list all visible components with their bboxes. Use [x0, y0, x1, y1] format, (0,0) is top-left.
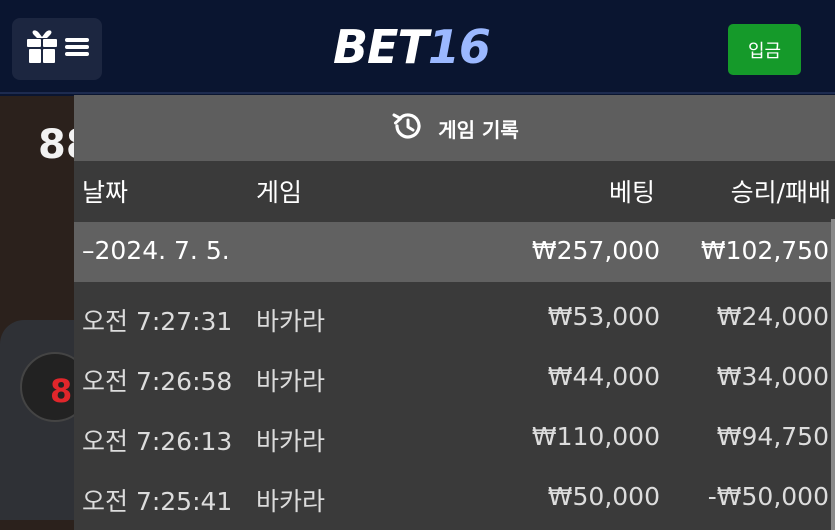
hamburger-icon [65, 37, 89, 61]
game-history-panel: 게임 기록 날짜 게임 베팅 승리/패배 –2024. 7. 5. ₩257,0… [74, 95, 835, 530]
row-bet: ₩110,000 [531, 422, 660, 451]
summary-row[interactable]: –2024. 7. 5. ₩257,000 ₩102,750 [74, 222, 835, 282]
row-bet: ₩53,000 [547, 302, 660, 331]
deposit-button[interactable]: 입금 [728, 24, 801, 75]
row-winloss: ₩24,000 [716, 302, 829, 331]
row-time: 오전 7:25:41 [82, 487, 233, 516]
row-winloss: -₩50,000 [707, 482, 829, 511]
row-winloss: ₩34,000 [716, 362, 829, 391]
row-game: 바카라 [256, 367, 326, 396]
table-row[interactable]: 오전 7:27:31 바카라 ₩53,000 ₩24,000 [74, 288, 835, 348]
row-time: 오전 7:26:13 [82, 427, 233, 456]
menu-button[interactable] [12, 18, 102, 80]
background-badge-digit: 8 [50, 372, 73, 410]
history-title: 게임 기록 [438, 117, 519, 142]
background-game-card [0, 320, 80, 520]
summary-winloss: ₩102,750 [700, 236, 829, 265]
row-bet: ₩44,000 [547, 362, 660, 391]
row-time: 오전 7:26:58 [82, 367, 233, 396]
logo-text-bet: BET [333, 20, 429, 74]
row-winloss: ₩94,750 [716, 422, 829, 451]
row-time: 오전 7:27:31 [82, 307, 233, 336]
history-column-header: 날짜 게임 베팅 승리/패배 [74, 161, 835, 219]
column-winloss: 승리/패배 [730, 178, 831, 207]
top-header: BET16 입금 [0, 0, 835, 94]
row-bet: ₩50,000 [547, 482, 660, 511]
history-icon [390, 109, 424, 147]
row-game: 바카라 [256, 487, 326, 516]
row-game: 바카라 [256, 427, 326, 456]
row-game: 바카라 [256, 307, 326, 336]
table-row[interactable]: 오전 7:26:13 바카라 ₩110,000 ₩94,750 [74, 408, 835, 468]
summary-bet: ₩257,000 [531, 236, 660, 265]
column-game: 게임 [256, 178, 303, 207]
column-bet: 베팅 [608, 178, 655, 207]
table-row[interactable]: 오전 7:25:41 바카라 ₩50,000 -₩50,000 [74, 468, 835, 528]
history-title-bar: 게임 기록 [74, 95, 835, 161]
gift-icon [25, 29, 59, 69]
column-date: 날짜 [82, 178, 129, 207]
brand-logo[interactable]: BET16 [333, 20, 491, 74]
table-row[interactable]: 오전 7:26:58 바카라 ₩44,000 ₩34,000 [74, 348, 835, 408]
summary-date: –2024. 7. 5. [82, 236, 230, 265]
logo-text-number: 16 [427, 20, 491, 74]
history-scrollbar[interactable] [831, 219, 835, 530]
